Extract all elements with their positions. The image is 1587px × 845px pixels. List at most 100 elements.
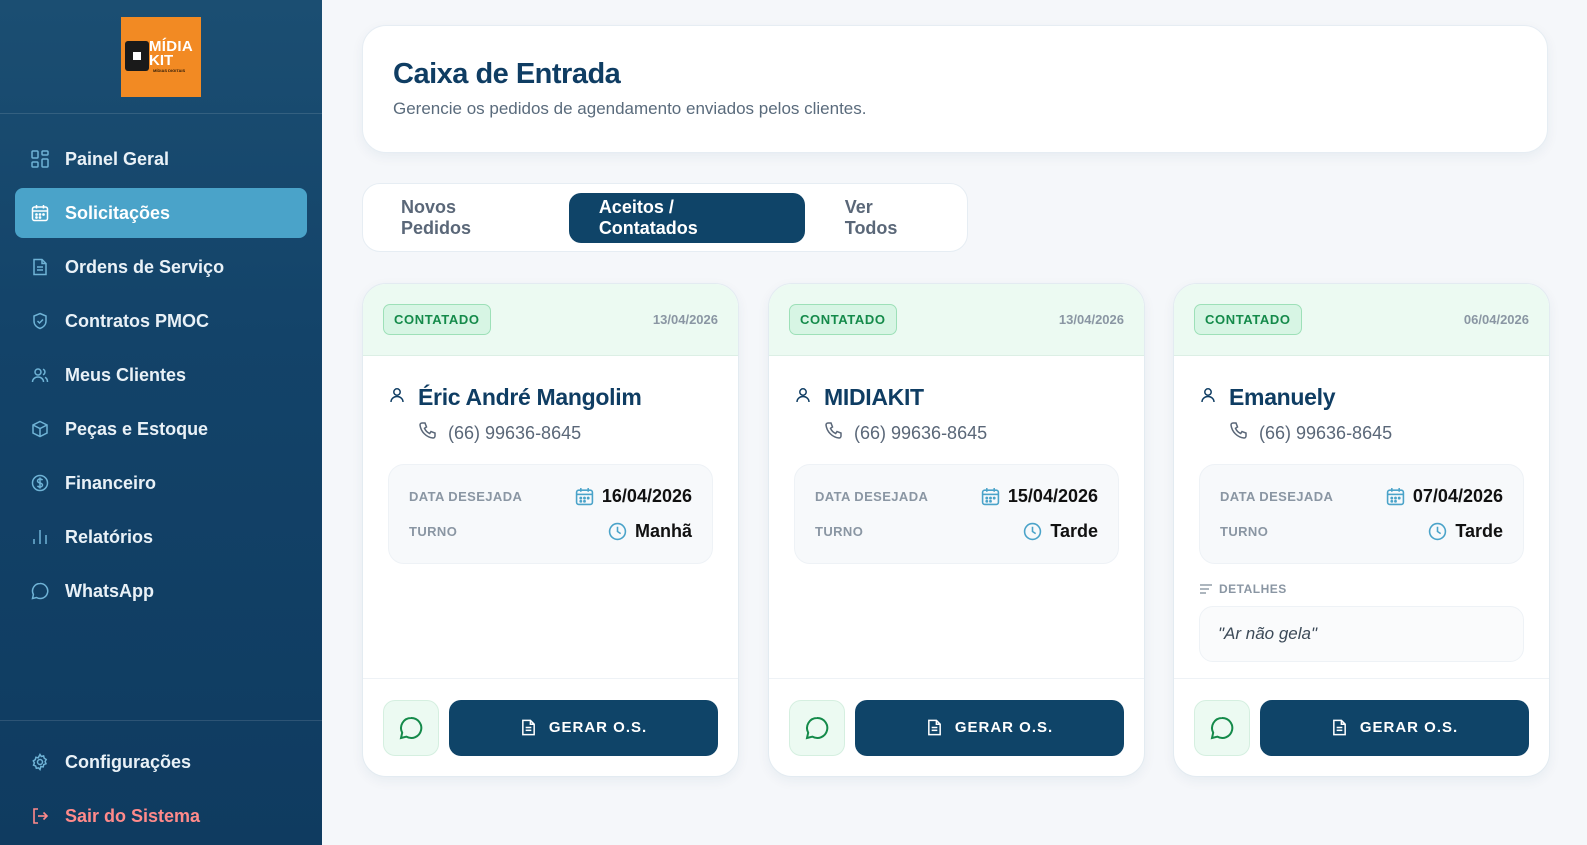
whatsapp-button[interactable] [383,699,439,756]
status-badge: CONTATADO [383,304,491,335]
brand-logo[interactable]: MÍDIA KIT MÍDIAS DIGITAIS [121,16,201,97]
page-header: Caixa de Entrada Gerencie os pedidos de … [362,25,1548,153]
clock-icon [1023,522,1042,541]
sidebar-item-configuracoes[interactable]: Configurações [15,737,307,787]
card-body: MIDIAKIT (66) 99636-8645 DATA DESEJADA 1… [769,356,1144,564]
calendar-icon [30,203,50,223]
page-subtitle: Gerencie os pedidos de agendamento envia… [393,99,867,118]
sidebar-item-label: Meus Clientes [65,364,187,385]
generate-os-label: GERAR O.S. [1359,719,1459,736]
schedule-info: DATA DESEJADA 16/04/2026 TURNO Manhã [388,464,713,564]
shift-text: Tarde [1455,520,1503,541]
clock-icon [608,522,627,541]
sidebar-item-whatsapp[interactable]: WhatsApp [15,566,307,616]
filter-tabs: Novos Pedidos Aceitos / Contatados Ver T… [362,183,968,252]
details-section: DETALHES "Ar não gela" [1199,582,1524,662]
request-card: CONTATADO 13/04/2026 MIDIAKIT (66) 99636… [768,283,1145,777]
tab-ver-todos[interactable]: Ver Todos [815,193,959,243]
dashboard-icon [30,149,50,169]
schedule-info: DATA DESEJADA 15/04/2026 TURNO Tarde [794,464,1119,564]
document-icon [926,718,943,737]
user-icon [794,386,814,409]
sidebar-item-label: WhatsApp [65,580,154,601]
chat-bubble-icon [30,581,50,601]
details-label: DETALHES [1199,582,1524,596]
sidebar-item-financeiro[interactable]: Financeiro [15,458,307,508]
client-phone[interactable]: (66) 99636-8645 [1259,423,1392,444]
created-date: 13/04/2026 [652,312,718,327]
client-name: Emanuely [1229,384,1336,410]
created-date: 06/04/2026 [1463,312,1529,327]
card-body: Éric André Mangolim (66) 99636-8645 DATA… [363,356,738,564]
shift-value: Tarde [1023,521,1098,542]
sidebar-item-label: Relatórios [65,526,154,547]
logout-icon [30,806,50,826]
clock-icon [1428,522,1447,541]
shield-icon [30,311,50,331]
tab-aceitos-contatados[interactable]: Aceitos / Contatados [568,192,805,243]
sidebar-item-meus-clientes[interactable]: Meus Clientes [15,350,307,400]
card-body: Emanuely (66) 99636-8645 DATA DESEJADA 0… [1174,356,1549,662]
sidebar-bottom: Configurações Sair do Sistema [0,720,322,845]
desired-date-row: DATA DESEJADA 15/04/2026 [815,485,1098,507]
generate-os-label: GERAR O.S. [954,719,1054,736]
document-icon [1331,718,1348,737]
desired-date-text: 16/04/2026 [601,485,692,506]
shift-text: Manhã [634,520,692,541]
sidebar-item-label: Ordens de Serviço [65,256,225,277]
user-icon [388,386,408,409]
client-row: Éric André Mangolim [388,384,713,411]
dollar-icon [30,473,50,493]
user-icon [1199,386,1219,409]
sidebar-item-contratos-pmoc[interactable]: Contratos PMOC [15,296,307,346]
text-lines-icon [1199,583,1213,595]
desired-date-row: DATA DESEJADA 16/04/2026 [409,485,692,507]
sidebar-item-painel-geral[interactable]: Painel Geral [15,134,307,184]
shift-label: TURNO [1220,523,1269,539]
sidebar-item-solicitacoes[interactable]: Solicitações [15,188,307,238]
tab-novos-pedidos[interactable]: Novos Pedidos [371,193,559,243]
sidebar-nav: Painel Geral Solicitações Ordens de Serv… [0,114,322,616]
generate-os-button[interactable]: GERAR O.S. [855,699,1124,756]
chat-bubble-icon [1210,716,1234,740]
phone-icon [1229,421,1249,446]
desired-date-label: DATA DESEJADA [1220,488,1334,504]
shift-label: TURNO [815,523,864,539]
logo-sub: MÍDIAS DIGITAIS [153,67,186,73]
client-phone[interactable]: (66) 99636-8645 [448,423,581,444]
schedule-info: DATA DESEJADA 07/04/2026 TURNO Tarde [1199,464,1524,564]
card-header: CONTATADO 06/04/2026 [1174,284,1549,356]
card-actions: GERAR O.S. [769,678,1144,776]
request-card: CONTATADO 13/04/2026 Éric André Mangolim… [362,283,739,777]
logo-line2: KIT [149,51,174,69]
bar-chart-icon [30,527,50,547]
whatsapp-button[interactable] [789,699,845,756]
generate-os-label: GERAR O.S. [548,719,648,736]
generate-os-button[interactable]: GERAR O.S. [1260,699,1529,756]
request-card: CONTATADO 06/04/2026 Emanuely (66) 99636… [1173,283,1550,777]
card-header: CONTATADO 13/04/2026 [363,284,738,356]
sidebar-item-relatorios[interactable]: Relatórios [15,512,307,562]
desired-date-value: 15/04/2026 [981,486,1098,507]
desired-date-value: 16/04/2026 [575,486,692,507]
generate-os-button[interactable]: GERAR O.S. [449,699,718,756]
sidebar-item-pecas-e-estoque[interactable]: Peças e Estoque [15,404,307,454]
phone-row: (66) 99636-8645 [388,421,713,446]
status-badge: CONTATADO [789,304,897,335]
card-header: CONTATADO 13/04/2026 [769,284,1144,356]
chat-bubble-icon [399,716,423,740]
phone-icon [824,421,844,446]
client-phone[interactable]: (66) 99636-8645 [854,423,987,444]
sidebar-item-logout[interactable]: Sair do Sistema [15,791,307,841]
phone-icon [418,421,438,446]
card-actions: GERAR O.S. [1174,678,1549,776]
sidebar-item-label: Painel Geral [65,148,170,169]
phone-row: (66) 99636-8645 [1199,421,1524,446]
document-icon [520,718,537,737]
whatsapp-button[interactable] [1194,699,1250,756]
sidebar-item-ordens-de-servico[interactable]: Ordens de Serviço [15,242,307,292]
created-date: 13/04/2026 [1058,312,1124,327]
phone-row: (66) 99636-8645 [794,421,1119,446]
page-title: Caixa de Entrada [393,58,621,90]
sidebar-item-label: Configurações [65,751,192,772]
